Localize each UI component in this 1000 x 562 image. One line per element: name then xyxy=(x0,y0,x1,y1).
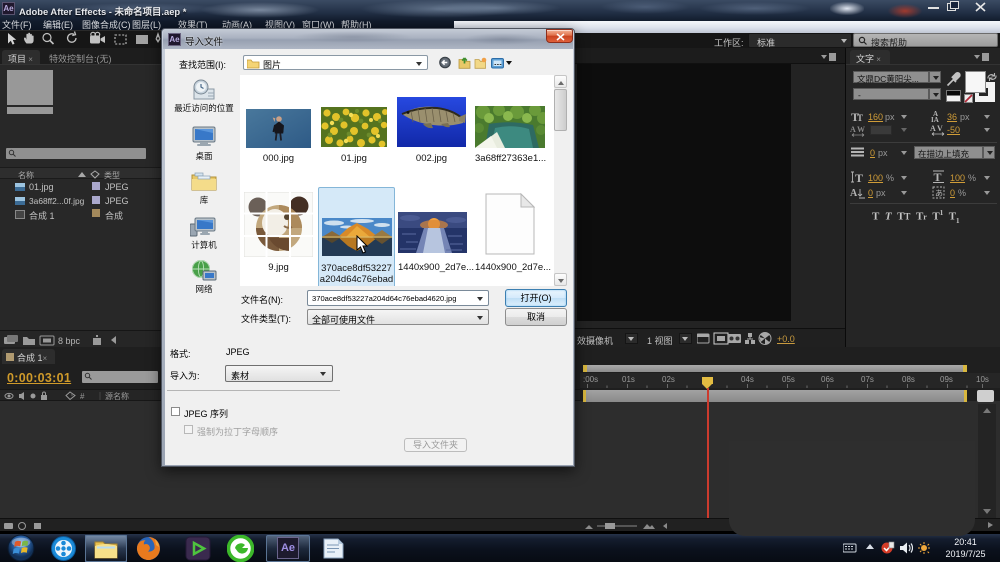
svg-text:W: W xyxy=(857,125,865,134)
svg-text:A: A xyxy=(850,125,856,134)
svg-text:09s: 09s xyxy=(940,375,953,384)
svg-text:A: A xyxy=(850,188,858,199)
svg-text:06s: 06s xyxy=(821,375,834,384)
svg-text:T: T xyxy=(857,113,863,122)
svg-text:V: V xyxy=(937,124,943,133)
svg-text:08s: 08s xyxy=(902,375,915,384)
svg-text:01s: 01s xyxy=(622,375,635,384)
svg-text:8 bpc: 8 bpc xyxy=(58,336,81,346)
svg-text:源名称: 源名称 xyxy=(105,391,129,401)
svg-text:あ: あ xyxy=(935,189,943,198)
svg-text:T: T xyxy=(855,171,863,184)
svg-text:A: A xyxy=(930,124,936,133)
svg-text:05s: 05s xyxy=(782,375,795,384)
svg-text:07s: 07s xyxy=(861,375,874,384)
svg-text:04s: 04s xyxy=(741,375,754,384)
svg-text:T: T xyxy=(934,170,942,184)
svg-text:02s: 02s xyxy=(662,375,675,384)
svg-text:IA: IA xyxy=(931,116,939,123)
svg-text:#: # xyxy=(80,392,85,401)
svg-text:10s: 10s xyxy=(976,375,989,384)
svg-text::00s: :00s xyxy=(583,375,598,384)
